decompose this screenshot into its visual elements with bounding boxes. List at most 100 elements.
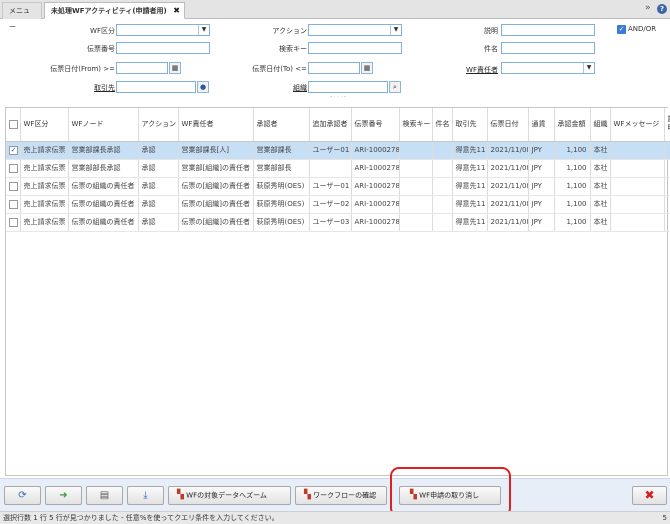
- soshiki-label[interactable]: 組織: [227, 83, 307, 93]
- torihikisaki-input[interactable]: [116, 81, 196, 93]
- table-cell: 売上請求伝票: [20, 141, 69, 160]
- search-key-input[interactable]: [308, 42, 402, 54]
- table-cell: 1,100: [554, 159, 591, 178]
- column-header[interactable]: WF責任者: [178, 108, 254, 142]
- table-row[interactable]: ✓ 売上請求伝票 営業部課長承認 承認 営業部課長[人] 営業部課長 ユーザー01 ARI-1…: [6, 141, 670, 160]
- kenmei-input[interactable]: [501, 42, 595, 54]
- search-icon[interactable]: ⌕: [389, 81, 401, 93]
- zoom-to-data-button[interactable]: ▚ WFの対象データへズーム: [168, 486, 291, 505]
- table-cell: 営業部[組織]の責任者: [178, 159, 254, 178]
- column-header[interactable]: 検索キー: [399, 108, 433, 142]
- table-cell: 営業部課長承認: [68, 141, 139, 160]
- kenmei-label: 件名: [484, 45, 498, 53]
- column-header[interactable]: WFノード: [68, 108, 139, 142]
- close-button[interactable]: ✖: [632, 486, 667, 505]
- wf-responsible-select[interactable]: ▼: [501, 62, 595, 74]
- calendar-icon[interactable]: ▦: [169, 62, 181, 74]
- table-cell: 得意先11: [452, 195, 488, 214]
- column-header[interactable]: 件名: [432, 108, 453, 142]
- column-header[interactable]: 追加承認者: [309, 108, 352, 142]
- tab-menu[interactable]: メニュー: [2, 2, 42, 31]
- table-row[interactable]: 売上請求伝票 営業部部長承認 承認 営業部[組織]の責任者 営業部部長 ARI-10002…: [6, 159, 670, 178]
- column-header[interactable]: 承認者: [253, 108, 310, 142]
- table-cell: [664, 213, 670, 232]
- table-cell: 承認: [138, 141, 179, 160]
- column-header[interactable]: WF区分: [20, 108, 69, 142]
- column-header[interactable]: WFメッセージ: [610, 108, 665, 142]
- table-cell: 承認: [138, 159, 179, 178]
- denpyo-no-label: 伝票番号: [87, 45, 115, 53]
- table-cell: 2021/11/08: [487, 177, 529, 196]
- table-row[interactable]: 売上請求伝票 伝票の組織の責任者 承認 伝票の[組織]の責任者 萩原秀明(OES) ユーザ…: [6, 195, 670, 214]
- result-grid: WF区分 WFノード アクション WF責任者 承認者 追加承認者 伝票番号 検索…: [5, 107, 670, 476]
- arrow-right-icon: ➜: [59, 490, 68, 501]
- column-header[interactable]: 取引先: [452, 108, 488, 142]
- row-checkbox[interactable]: [6, 195, 21, 214]
- description-input[interactable]: [501, 24, 595, 36]
- table-cell: [432, 195, 453, 214]
- checkbox-icon: [9, 181, 18, 191]
- soshiki-input[interactable]: [308, 81, 388, 93]
- table-cell: 伝票の[組織]の責任者: [178, 177, 254, 196]
- row-checkbox[interactable]: [6, 159, 21, 178]
- refresh-icon: ⟳: [18, 490, 27, 501]
- close-icon: ✖: [644, 488, 655, 502]
- zoom-button-label: WFの対象データへズーム: [186, 491, 267, 500]
- refresh-button[interactable]: ⟳: [4, 486, 41, 505]
- close-icon[interactable]: ✖: [173, 3, 180, 19]
- splitter-handle[interactable]: – · · · –: [318, 95, 358, 100]
- column-header[interactable]: 伝票番号: [351, 108, 400, 142]
- column-header[interactable]: 伝票日付: [487, 108, 529, 142]
- table-cell: JPY: [528, 177, 555, 196]
- workflow-confirm-button[interactable]: ▚ ワークフローの確認: [295, 486, 387, 505]
- table-cell: [432, 159, 453, 178]
- column-header[interactable]: 通貨: [528, 108, 555, 142]
- wf-responsible-label[interactable]: WF責任者: [418, 65, 498, 75]
- preview-button[interactable]: ▤: [86, 486, 123, 505]
- table-cell: 2021/11/08: [487, 213, 529, 232]
- help-icon[interactable]: ?: [657, 4, 667, 14]
- and-or-checkbox[interactable]: ✓: [617, 25, 626, 34]
- column-header[interactable]: アクション: [138, 108, 179, 142]
- table-cell: ユーザー03: [309, 213, 352, 232]
- export-button[interactable]: ⤓: [127, 486, 164, 505]
- workflow-icon: ▚: [177, 490, 184, 500]
- description-label: 説明: [484, 27, 498, 35]
- date-to-input[interactable]: [308, 62, 360, 74]
- table-cell: 伝票の組織の責任者: [68, 213, 139, 232]
- table-cell: 得意先11: [452, 141, 488, 160]
- table-cell: 1,100: [554, 195, 591, 214]
- table-cell: ARI-1000278: [351, 213, 400, 232]
- table-cell: 売上請求伝票: [20, 213, 69, 232]
- row-checkbox[interactable]: [6, 213, 21, 232]
- denpyo-no-input[interactable]: [116, 42, 210, 54]
- table-cell: 萩原秀明(OES): [253, 195, 310, 214]
- tab-unprocessed-wf[interactable]: 未処理WFアクティビティ(申請者用) ✖: [44, 2, 185, 19]
- document-icon: ▤: [99, 490, 110, 501]
- action-select[interactable]: ▼: [308, 24, 402, 36]
- table-cell: 営業部部長: [253, 159, 310, 178]
- table-cell: [432, 141, 453, 160]
- table-row[interactable]: 売上請求伝票 伝票の組織の責任者 承認 伝票の[組織]の責任者 萩原秀明(OES) ユーザ…: [6, 213, 670, 232]
- table-row[interactable]: 売上請求伝票 伝票の組織の責任者 承認 伝票の[組織]の責任者 萩原秀明(OES) ユーザ…: [6, 177, 670, 196]
- table-cell: ARI-1000278: [351, 195, 400, 214]
- status-count: 5: [662, 514, 667, 522]
- torihikisaki-label[interactable]: 取引先: [35, 83, 115, 93]
- row-checkbox[interactable]: [6, 177, 21, 196]
- table-cell: [432, 177, 453, 196]
- person-icon[interactable]: ●: [197, 81, 209, 93]
- next-button[interactable]: ➜: [45, 486, 82, 505]
- row-checkbox[interactable]: ✓: [6, 141, 21, 160]
- date-from-label: 伝票日付(From) >=: [50, 65, 115, 73]
- calendar-icon[interactable]: ▦: [361, 62, 373, 74]
- select-all-checkbox[interactable]: [6, 108, 21, 142]
- workflow-confirm-label: ワークフローの確認: [313, 491, 377, 500]
- column-header[interactable]: 承認金額: [554, 108, 591, 142]
- table-cell: 得意先11: [452, 159, 488, 178]
- wf-kubun-select[interactable]: ▼: [116, 24, 210, 36]
- table-cell: JPY: [528, 141, 555, 160]
- column-header[interactable]: 組織: [590, 108, 611, 142]
- column-header[interactable]: 説明: [664, 108, 670, 142]
- collapse-icon[interactable]: »: [645, 3, 651, 13]
- date-from-input[interactable]: [116, 62, 168, 74]
